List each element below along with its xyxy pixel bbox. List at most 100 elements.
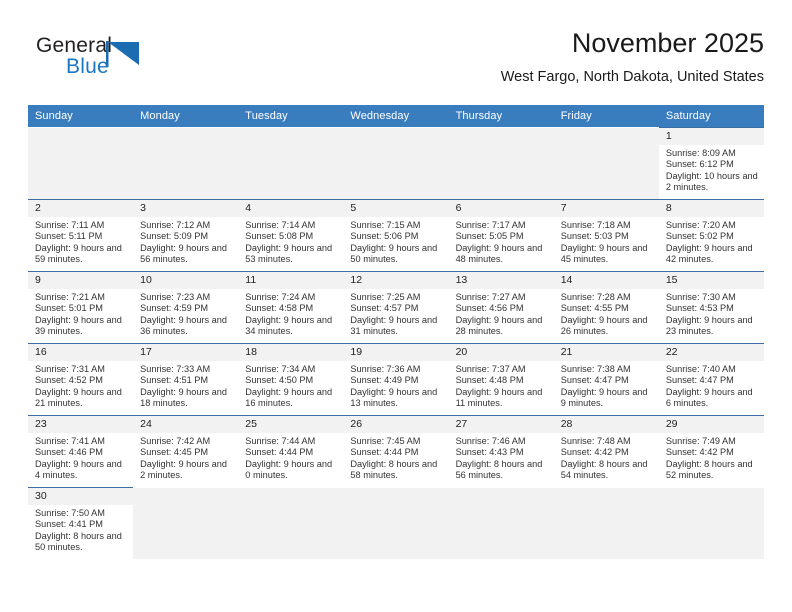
day-info: Sunrise: 7:46 AM Sunset: 4:43 PM Daylight:… (449, 433, 554, 482)
calendar-day-cell[interactable]: 4 Sunrise: 7:14 AM Sunset: 5:08 PM Daylight… (238, 199, 344, 271)
calendar-day-cell[interactable]: 19 Sunrise: 7:36 AM Sunset: 4:49 PM Dayligh… (343, 343, 449, 415)
daylight-text: Daylight: 9 hours and 34 minutes. (245, 314, 333, 337)
calendar-day-cell[interactable]: 9 Sunrise: 7:21 AM Sunset: 5:01 PM Daylight… (28, 271, 134, 343)
daylight-text: Daylight: 8 hours and 50 minutes. (35, 530, 122, 553)
calendar-day-cell[interactable]: 2 Sunrise: 7:11 AM Sunset: 5:11 PM Daylight… (28, 199, 134, 271)
day-number: 21 (553, 344, 659, 361)
calendar-day-cell[interactable]: 13 Sunrise: 7:27 AM Sunset: 4:56 PM Dayligh… (448, 271, 554, 343)
sunrise-text: Sunrise: 7:49 AM (665, 436, 736, 446)
calendar-day-cell[interactable]: 11 Sunrise: 7:24 AM Sunset: 4:58 PM Dayligh… (238, 271, 344, 343)
day-info: Sunrise: 7:21 AM Sunset: 5:01 PM Daylight:… (28, 289, 133, 338)
calendar-day-cell[interactable]: 15 Sunrise: 7:30 AM Sunset: 4:53 PM Dayligh… (658, 271, 764, 343)
day-info: Sunrise: 7:36 AM Sunset: 4:49 PM Daylight:… (343, 361, 448, 410)
day-info: Sunrise: 7:14 AM Sunset: 5:08 PM Daylight:… (238, 217, 343, 266)
calendar-day-cell[interactable]: 18 Sunrise: 7:34 AM Sunset: 4:50 PM Dayligh… (238, 343, 344, 415)
daylight-text: Daylight: 9 hours and 13 minutes. (350, 386, 438, 409)
sunset-text: Sunset: 5:03 PM (560, 231, 629, 242)
day-info: Sunrise: 7:49 AM Sunset: 4:42 PM Daylight:… (659, 433, 764, 482)
calendar-day-cell[interactable]: 21 Sunrise: 7:38 AM Sunset: 4:47 PM Dayligh… (553, 343, 659, 415)
calendar-cell: 17 Sunrise: 7:33 AM Sunset: 4:51 PM Dayligh… (133, 343, 239, 415)
calendar-cell: 13 Sunrise: 7:27 AM Sunset: 4:56 PM Dayligh… (448, 271, 554, 343)
daylight-text: Daylight: 9 hours and 28 minutes. (455, 314, 543, 337)
calendar-day-cell[interactable]: 24 Sunrise: 7:42 AM Sunset: 4:45 PM Dayligh… (133, 415, 239, 487)
calendar-cell: 5 Sunrise: 7:15 AM Sunset: 5:06 PM Daylight… (343, 199, 449, 271)
calendar-cell: 3 Sunrise: 7:12 AM Sunset: 5:09 PM Daylight… (133, 199, 239, 271)
daylight-text: Daylight: 9 hours and 4 minutes. (35, 458, 122, 481)
day-info: Sunrise: 8:09 AM Sunset: 6:12 PM Daylight:… (659, 145, 764, 194)
sunset-text: Sunset: 4:47 PM (560, 375, 629, 386)
calendar-day-cell[interactable]: 17 Sunrise: 7:33 AM Sunset: 4:51 PM Dayligh… (133, 343, 239, 415)
day-info: Sunrise: 7:11 AM Sunset: 5:11 PM Daylight:… (28, 217, 133, 266)
sunset-text: Sunset: 4:53 PM (665, 303, 734, 314)
page-header: General Blue November 2025 West Fargo, N… (28, 26, 764, 100)
sunrise-text: Sunrise: 7:40 AM (665, 364, 736, 374)
sunrise-text: Sunrise: 7:44 AM (245, 436, 316, 446)
sunset-text: Sunset: 5:08 PM (245, 231, 314, 242)
calendar-day-cell[interactable]: 30 Sunrise: 7:50 AM Sunset: 4:41 PM Dayligh… (28, 487, 134, 559)
calendar-day-cell[interactable]: 1 Sunrise: 8:09 AM Sunset: 6:12 PM Daylight… (658, 127, 764, 199)
logo-text-blue: Blue (66, 55, 109, 78)
day-info: Sunrise: 7:38 AM Sunset: 4:47 PM Daylight:… (554, 361, 659, 410)
calendar-cell: 23 Sunrise: 7:41 AM Sunset: 4:46 PM Dayligh… (28, 415, 134, 487)
calendar-week-row: 1 Sunrise: 8:09 AM Sunset: 6:12 PM Daylight… (28, 127, 764, 199)
day-number: 14 (553, 272, 659, 289)
calendar-cell (238, 487, 344, 559)
sunrise-text: Sunrise: 7:28 AM (560, 292, 631, 302)
day-number: 19 (343, 344, 449, 361)
day-info: Sunrise: 7:25 AM Sunset: 4:57 PM Daylight:… (343, 289, 448, 338)
weekday-header-saturday: Saturday (658, 105, 764, 127)
sunrise-text: Sunrise: 7:23 AM (140, 292, 211, 302)
day-info: Sunrise: 7:23 AM Sunset: 4:59 PM Daylight:… (133, 289, 238, 338)
calendar-day-cell[interactable]: 28 Sunrise: 7:48 AM Sunset: 4:42 PM Dayligh… (553, 415, 659, 487)
daylight-text: Daylight: 9 hours and 18 minutes. (140, 386, 227, 409)
calendar-day-cell[interactable]: 22 Sunrise: 7:40 AM Sunset: 4:47 PM Dayligh… (658, 343, 764, 415)
calendar-day-cell[interactable]: 6 Sunrise: 7:17 AM Sunset: 5:05 PM Daylight… (448, 199, 554, 271)
calendar-cell-empty (238, 487, 344, 559)
calendar-day-cell[interactable]: 26 Sunrise: 7:45 AM Sunset: 4:44 PM Dayligh… (343, 415, 449, 487)
calendar-cell: 20 Sunrise: 7:37 AM Sunset: 4:48 PM Dayligh… (448, 343, 554, 415)
calendar-day-cell[interactable]: 10 Sunrise: 7:23 AM Sunset: 4:59 PM Dayligh… (133, 271, 239, 343)
day-number: 3 (133, 200, 239, 217)
day-info: Sunrise: 7:24 AM Sunset: 4:58 PM Daylight:… (238, 289, 343, 338)
general-blue-logo[interactable]: General Blue (36, 34, 186, 86)
title-block: November 2025 West Fargo, North Dakota, … (501, 26, 764, 88)
daylight-text: Daylight: 10 hours and 2 minutes. (665, 170, 758, 193)
daylight-text: Daylight: 9 hours and 9 minutes. (560, 386, 648, 409)
weekday-header-tuesday: Tuesday (238, 105, 344, 127)
sunset-text: Sunset: 5:11 PM (35, 231, 103, 242)
day-info: Sunrise: 7:27 AM Sunset: 4:56 PM Daylight:… (449, 289, 554, 338)
day-info: Sunrise: 7:33 AM Sunset: 4:51 PM Daylight:… (133, 361, 238, 410)
day-number: 17 (133, 344, 239, 361)
calendar-day-cell[interactable]: 5 Sunrise: 7:15 AM Sunset: 5:06 PM Daylight… (343, 199, 449, 271)
day-number: 13 (448, 272, 554, 289)
sunset-text: Sunset: 4:57 PM (350, 303, 419, 314)
calendar-day-cell[interactable]: 27 Sunrise: 7:46 AM Sunset: 4:43 PM Dayligh… (448, 415, 554, 487)
calendar-day-cell[interactable]: 25 Sunrise: 7:44 AM Sunset: 4:44 PM Dayligh… (238, 415, 344, 487)
calendar-day-cell[interactable]: 23 Sunrise: 7:41 AM Sunset: 4:46 PM Dayligh… (28, 415, 134, 487)
sunset-text: Sunset: 5:05 PM (455, 231, 524, 242)
daylight-text: Daylight: 9 hours and 2 minutes. (140, 458, 227, 481)
calendar-day-cell[interactable]: 16 Sunrise: 7:31 AM Sunset: 4:52 PM Dayligh… (28, 343, 134, 415)
calendar-day-cell[interactable]: 20 Sunrise: 7:37 AM Sunset: 4:48 PM Dayligh… (448, 343, 554, 415)
calendar-cell: 4 Sunrise: 7:14 AM Sunset: 5:08 PM Daylight… (238, 199, 344, 271)
calendar-day-cell[interactable]: 12 Sunrise: 7:25 AM Sunset: 4:57 PM Dayligh… (343, 271, 449, 343)
sunrise-text: Sunrise: 7:36 AM (350, 364, 421, 374)
sunrise-text: Sunrise: 7:21 AM (35, 292, 105, 302)
calendar-week-row: 23 Sunrise: 7:41 AM Sunset: 4:46 PM Dayligh… (28, 415, 764, 487)
calendar-day-cell[interactable]: 7 Sunrise: 7:18 AM Sunset: 5:03 PM Daylight… (553, 199, 659, 271)
calendar-day-cell[interactable]: 29 Sunrise: 7:49 AM Sunset: 4:42 PM Dayligh… (658, 415, 764, 487)
sunrise-text: Sunrise: 7:18 AM (560, 220, 631, 230)
day-info: Sunrise: 7:41 AM Sunset: 4:46 PM Daylight:… (28, 433, 133, 482)
daylight-text: Daylight: 9 hours and 59 minutes. (35, 242, 122, 265)
daylight-text: Daylight: 8 hours and 52 minutes. (665, 458, 753, 481)
calendar-day-cell[interactable]: 14 Sunrise: 7:28 AM Sunset: 4:55 PM Dayligh… (553, 271, 659, 343)
calendar-day-cell[interactable]: 8 Sunrise: 7:20 AM Sunset: 5:02 PM Daylight… (658, 199, 764, 271)
calendar-cell: 2 Sunrise: 7:11 AM Sunset: 5:11 PM Daylight… (28, 199, 134, 271)
calendar-day-cell[interactable]: 3 Sunrise: 7:12 AM Sunset: 5:09 PM Daylight… (133, 199, 239, 271)
day-info: Sunrise: 7:50 AM Sunset: 4:41 PM Daylight:… (28, 505, 133, 554)
day-info: Sunrise: 7:37 AM Sunset: 4:48 PM Daylight:… (449, 361, 554, 410)
sunrise-text: Sunrise: 7:11 AM (35, 220, 105, 230)
day-number: 26 (343, 416, 449, 433)
daylight-text: Daylight: 8 hours and 58 minutes. (350, 458, 438, 481)
calendar-cell: 18 Sunrise: 7:34 AM Sunset: 4:50 PM Dayligh… (238, 343, 344, 415)
